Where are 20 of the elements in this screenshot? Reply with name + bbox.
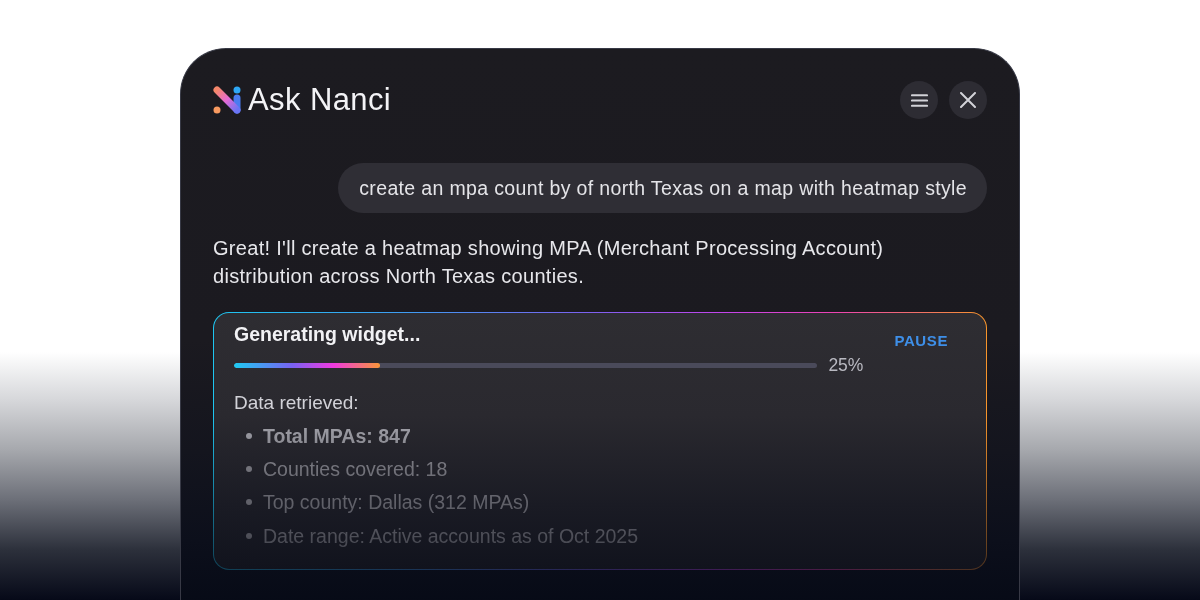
assistant-message: Great! I'll create a heatmap showing MPA (Merchant Processing Account) distribution across North Texas counties. [213, 236, 885, 289]
bullet-icon [246, 465, 252, 472]
bullet-icon [246, 499, 252, 506]
pause-button[interactable]: PAUSE [894, 331, 948, 351]
bullet-icon [246, 432, 252, 439]
app-title: Ask Nanci [248, 81, 392, 119]
list-item-text: Top county: Dallas (312 MPAs) [263, 490, 530, 515]
menu-icon [910, 93, 928, 107]
widget-status-title: Generating widget... [234, 322, 422, 346]
menu-button[interactable] [900, 81, 938, 119]
app-logo-icon [213, 86, 241, 114]
close-icon [960, 92, 976, 108]
user-message: create an mpa count by of north Texas on a map with heatmap style [338, 163, 987, 213]
list-item-text: Date range: Active accounts as of Oct 2025 [263, 523, 639, 548]
bullet-icon [246, 532, 252, 539]
list-item-text: Total MPAs: 847 [263, 423, 411, 448]
list-item-text: Counties covered: 18 [263, 456, 448, 481]
close-button[interactable] [949, 81, 987, 119]
data-heading: Data retrieved: [234, 391, 360, 415]
progress-percent: 25% [828, 354, 864, 376]
